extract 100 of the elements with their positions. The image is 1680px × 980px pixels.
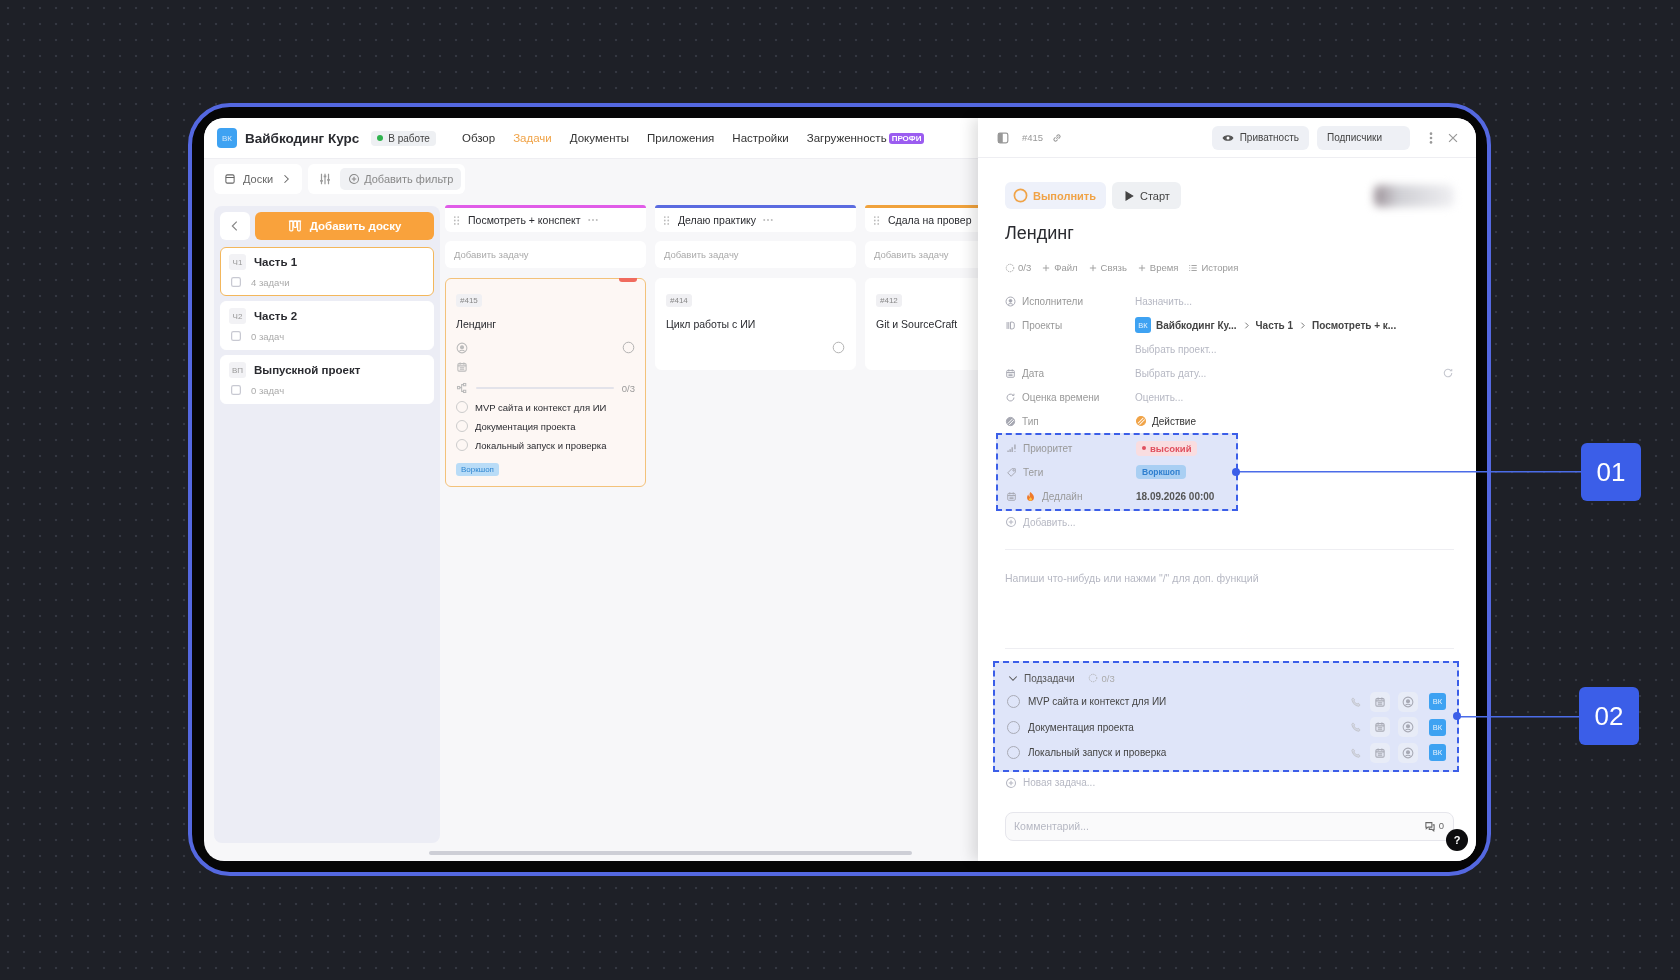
link-icon[interactable] (1051, 131, 1064, 144)
kanban-icon (287, 219, 302, 233)
nav-tab[interactable]: Загруженность (806, 132, 887, 144)
board-name: Часть 1 (254, 256, 298, 268)
user-circle-icon (1402, 695, 1414, 708)
signal-bars-icon (1006, 442, 1017, 454)
status-pill[interactable]: В работе (371, 130, 436, 146)
square-icon (229, 275, 243, 289)
assignee-button[interactable] (1398, 717, 1418, 738)
plus-circle-icon (1005, 516, 1017, 528)
privacy-button[interactable]: Приватность (1211, 125, 1309, 150)
drag-handle-icon[interactable] (871, 214, 882, 226)
task-card[interactable]: #414 Цикл работы с ИИ (655, 278, 856, 370)
task-id: #415 (1022, 132, 1044, 143)
comment-icon (1423, 819, 1436, 832)
breadcrumb-link[interactable]: Вайбкодинг Ку... (1156, 319, 1237, 331)
striped-circle-icon (1135, 415, 1147, 427)
nav-tab[interactable]: Настройки (732, 132, 789, 144)
plus-circle-icon (1005, 776, 1017, 789)
drag-handle-icon[interactable] (661, 214, 672, 226)
nav-tab[interactable]: Обзор (461, 132, 496, 144)
subtask-title: Локальный запуск и проверка (475, 439, 607, 451)
breadcrumb-link[interactable]: Посмотреть + к... (1312, 319, 1397, 331)
task-card[interactable]: #415 Лендинг 0/3 MVP сайта и контекст для ИИ Документация проекта Локальный запуск и проверка Воркшоп (445, 278, 646, 487)
status-circle-icon[interactable] (622, 341, 635, 354)
property-value[interactable]: Действие (1152, 415, 1196, 427)
pro-badge: ПРОФИ (888, 132, 925, 144)
priority-marker (619, 278, 637, 282)
board-item[interactable]: ВП Выпускной проект 0 задач (220, 355, 434, 404)
description-field[interactable]: Напиши что-нибудь или нажми "/" для доп. функций (1005, 572, 1454, 632)
property-label: Дата (1022, 367, 1045, 379)
board-item[interactable]: Ч1 Часть 1 4 задачи (220, 247, 434, 296)
property-label: Исполнители (1022, 295, 1083, 307)
priority-tag[interactable]: высокий (1136, 440, 1198, 456)
date-button[interactable] (1370, 691, 1390, 712)
column-title: Посмотреть + конспект (468, 214, 581, 226)
property-label: Приоритет (1023, 442, 1073, 454)
subtask-title: MVP сайта и контекст для ИИ (1028, 696, 1167, 708)
subtask-title: MVP сайта и контекст для ИИ (475, 401, 607, 413)
chevron-right-icon (1298, 320, 1308, 330)
calendar-icon (1374, 746, 1386, 759)
assignee-button[interactable] (1398, 691, 1418, 712)
flame-icon (1025, 490, 1036, 502)
subtasks-toggle[interactable]: Подзадачи (1007, 672, 1075, 684)
callout-label: 02 (1579, 687, 1639, 746)
date-button[interactable] (1370, 717, 1390, 738)
task-id: #414 (666, 294, 692, 307)
striped-circle-icon (1005, 415, 1016, 427)
progress-circle-icon (1005, 262, 1015, 273)
phone-icon[interactable] (1350, 695, 1362, 708)
property-label: Тип (1022, 415, 1039, 427)
sliders-icon[interactable] (318, 172, 333, 186)
start-button[interactable]: Старт (1112, 182, 1181, 209)
tag-icon (1006, 466, 1017, 478)
task-card[interactable]: #412 Git и SourceCraft (865, 278, 978, 370)
board-abbreviation: Ч2 (229, 308, 246, 324)
nav-tab[interactable]: Приложения (647, 132, 715, 144)
plus-circle-icon (348, 173, 361, 185)
square-icon (229, 383, 243, 397)
user-circle-icon[interactable] (456, 341, 468, 354)
date-button[interactable] (1370, 742, 1390, 763)
assignee-button[interactable] (1398, 742, 1418, 763)
back-button[interactable] (220, 212, 250, 240)
column-title: Делаю практику (678, 214, 757, 226)
calendar-icon (1374, 695, 1386, 708)
property-value[interactable]: 18.09.2026 00:00 (1136, 490, 1215, 502)
subtask-title: Документация проекта (1028, 721, 1134, 733)
property-label: Дедлайн (1042, 490, 1083, 502)
status-circle-icon[interactable] (832, 341, 845, 354)
subscribers-button[interactable]: Подписчики (1317, 125, 1410, 150)
phone-icon[interactable] (1350, 721, 1362, 734)
add-filter-button[interactable]: Добавить фильтр (340, 168, 462, 190)
calendar-icon[interactable] (456, 361, 468, 373)
dashed-circle-icon (1088, 673, 1099, 683)
user-circle-icon (1402, 746, 1414, 759)
action-button[interactable]: Время (1136, 262, 1179, 273)
sidebar-toggle-icon[interactable] (996, 130, 1010, 145)
drag-handle-icon[interactable] (451, 214, 462, 226)
breadcrumb-link[interactable]: Часть 1 (1255, 319, 1294, 331)
phone-icon[interactable] (1350, 746, 1362, 759)
column-title: Сдала на провер (888, 214, 972, 226)
comment-count: 0 (1423, 819, 1444, 832)
action-button[interactable]: История (1188, 262, 1239, 273)
nav-tab[interactable]: Документы (569, 132, 630, 144)
action-button[interactable]: 0/3 (1005, 262, 1032, 273)
subtask-title: Документация проекта (475, 420, 576, 432)
task-title: Лендинг (456, 318, 498, 330)
board-item[interactable]: Ч2 Часть 2 0 задач (220, 301, 434, 350)
plus-icon (1041, 262, 1052, 273)
help-button[interactable]: ? (1446, 829, 1468, 851)
horizontal-scrollbar[interactable] (429, 851, 912, 855)
property-label: Проекты (1022, 319, 1063, 331)
repeat-icon[interactable] (1442, 367, 1454, 379)
board-abbreviation: Ч1 (229, 254, 246, 270)
list-icon (1188, 262, 1199, 273)
subtask-title: Локальный запуск и проверка (1028, 747, 1167, 759)
calendar-icon (1374, 721, 1386, 734)
board-name: Часть 2 (254, 310, 298, 322)
boards-button[interactable]: Доски (214, 164, 303, 194)
board-name: Выпускной проект (254, 364, 361, 376)
